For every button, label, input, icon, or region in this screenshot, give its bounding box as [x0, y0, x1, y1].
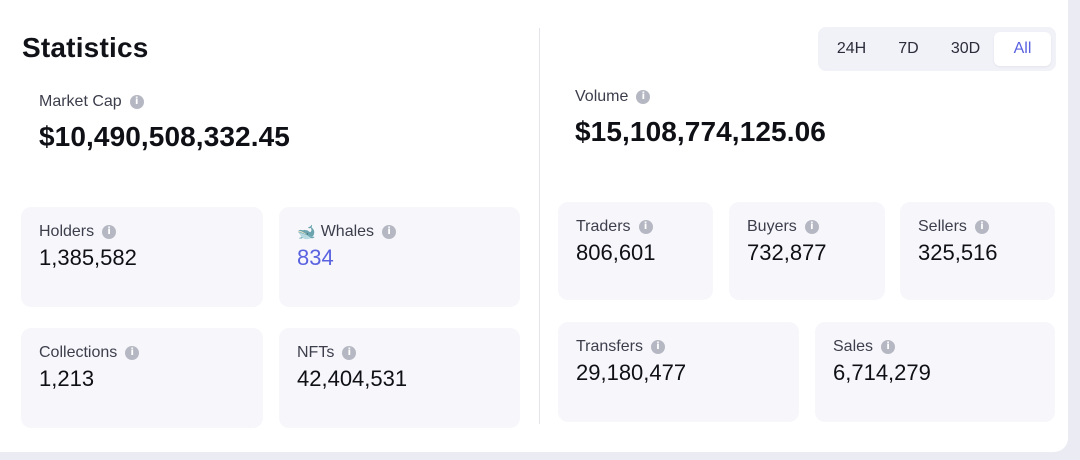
info-icon[interactable]: i [342, 346, 357, 360]
whales-value[interactable]: 834 [297, 245, 502, 271]
range-all-button[interactable]: All [994, 32, 1051, 66]
info-icon[interactable]: i [382, 225, 397, 239]
transfers-value: 29,180,477 [576, 360, 687, 385]
traders-value: 806,601 [576, 240, 656, 265]
buyers-value: 732,877 [747, 240, 827, 265]
nfts-label: NFTs [297, 344, 335, 361]
traders-card: Traders i 806,601 [558, 202, 713, 300]
info-icon[interactable]: i [881, 340, 896, 354]
info-icon[interactable]: i [804, 220, 819, 234]
sellers-card: Sellers i 325,516 [900, 202, 1055, 300]
info-icon[interactable]: i [125, 346, 140, 360]
info-icon[interactable]: i [650, 340, 665, 354]
range-24h-button[interactable]: 24H [823, 32, 880, 66]
holders-label: Holders [39, 223, 95, 240]
whale-icon: 🐋 [297, 224, 316, 241]
range-7d-button[interactable]: 7D [880, 32, 937, 66]
sellers-label: Sellers [918, 218, 967, 235]
buyers-card: Buyers i 732,877 [729, 202, 885, 300]
statistics-panel: Statistics 24H 7D 30D All Market Cap i $… [0, 0, 1068, 452]
time-range-selector: 24H 7D 30D All [818, 27, 1056, 71]
collections-label: Collections [39, 344, 118, 361]
nfts-value: 42,404,531 [297, 366, 408, 391]
info-icon[interactable]: i [102, 225, 117, 239]
info-icon[interactable]: i [638, 220, 653, 234]
whales-label: Whales [320, 223, 375, 240]
sales-card: Sales i 6,714,279 [815, 322, 1055, 422]
info-icon[interactable]: i [129, 95, 144, 109]
range-30d-button[interactable]: 30D [937, 32, 994, 66]
sellers-value: 325,516 [918, 240, 998, 265]
transfers-label: Transfers [576, 338, 643, 355]
whales-card: 🐋 Whales i 834 [279, 207, 520, 307]
market-cap-value: $10,490,508,332.45 [39, 121, 290, 152]
transfers-card: Transfers i 29,180,477 [558, 322, 799, 422]
sales-label: Sales [833, 338, 874, 355]
volume-value: $15,108,774,125.06 [575, 116, 826, 147]
market-cap-label: Market Cap [39, 93, 122, 110]
traders-label: Traders [576, 218, 631, 235]
volume-stat: Volume i $15,108,774,125.06 [575, 88, 826, 148]
collections-card: Collections i 1,213 [21, 328, 263, 428]
holders-value: 1,385,582 [39, 245, 137, 270]
buyers-label: Buyers [747, 218, 797, 235]
page-title: Statistics [22, 32, 149, 63]
info-icon[interactable]: i [974, 220, 989, 234]
holders-card: Holders i 1,385,582 [21, 207, 263, 307]
nfts-card: NFTs i 42,404,531 [279, 328, 520, 428]
volume-label: Volume [575, 88, 629, 105]
section-divider [539, 28, 540, 424]
collections-value: 1,213 [39, 366, 95, 391]
info-icon[interactable]: i [636, 90, 651, 104]
market-cap-stat: Market Cap i $10,490,508,332.45 [39, 93, 290, 153]
sales-value: 6,714,279 [833, 360, 931, 385]
